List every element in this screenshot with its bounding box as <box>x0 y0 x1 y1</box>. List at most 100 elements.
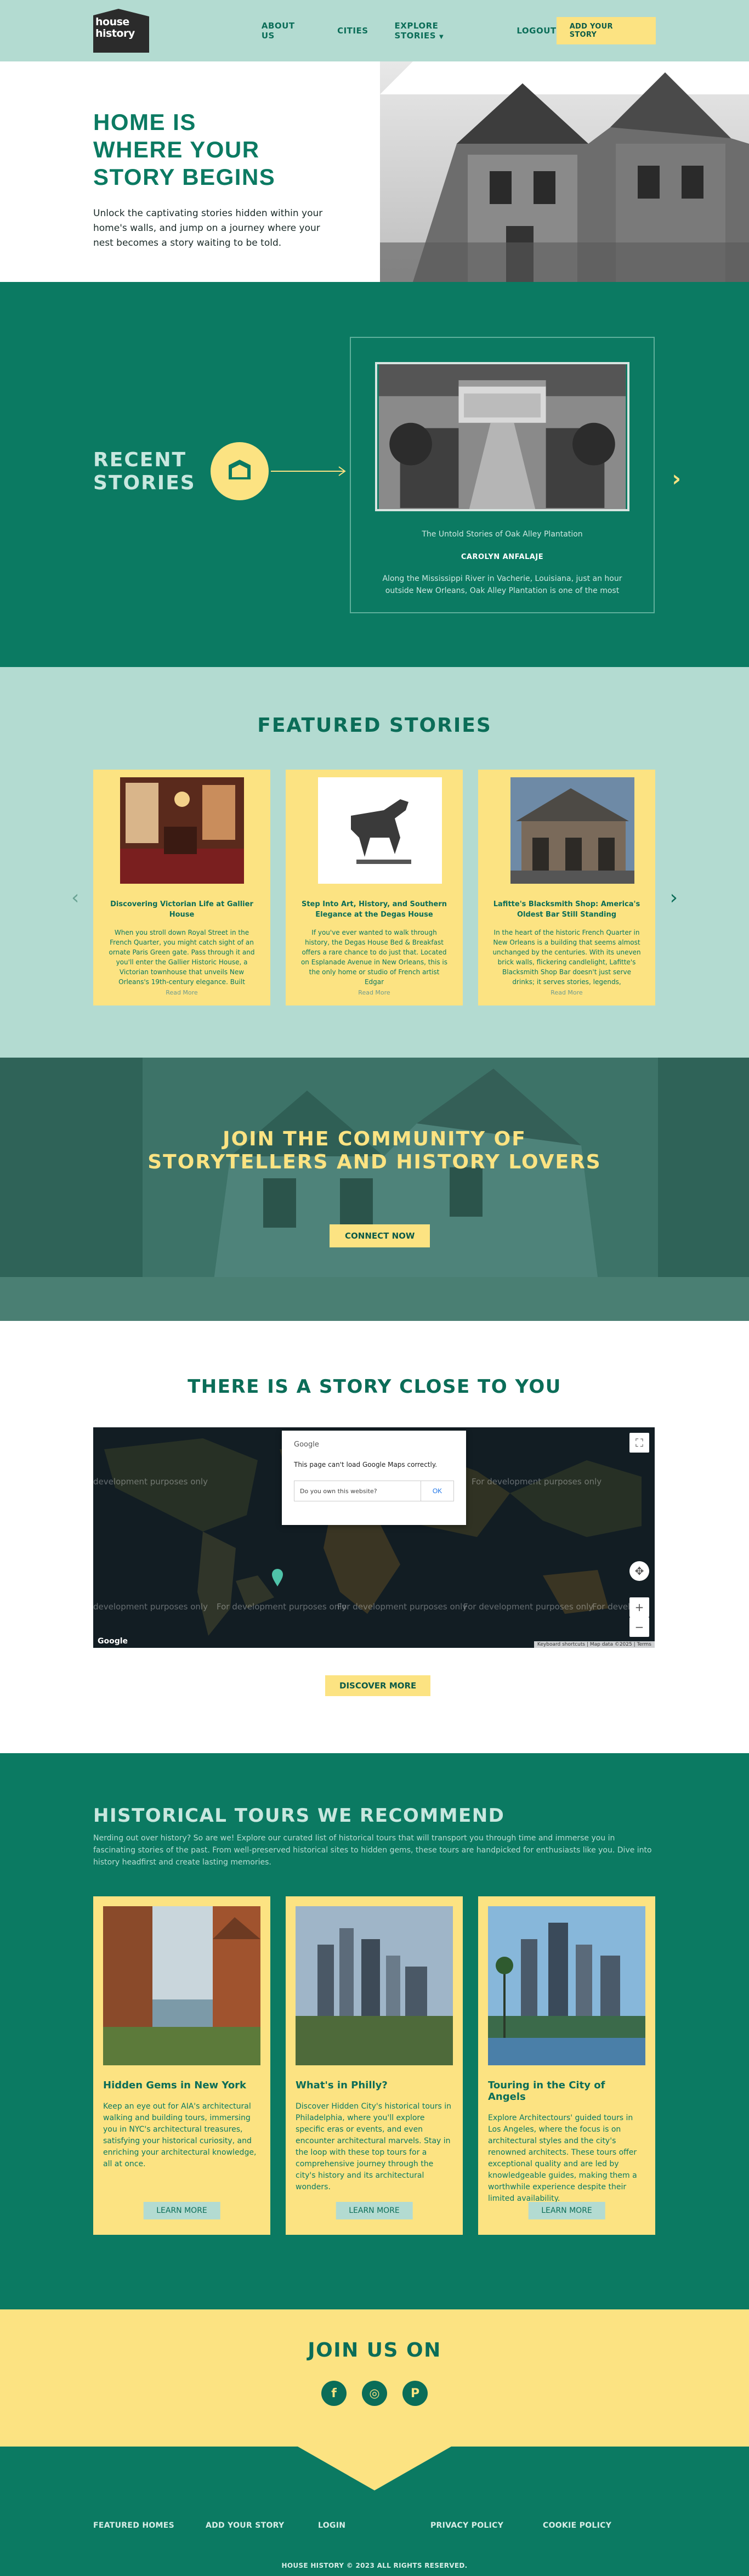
nav-about-us[interactable]: ABOUT US <box>262 21 311 41</box>
los-angeles-image <box>488 1906 645 2065</box>
tour-cards: Hidden Gems in New York Keep an eye out … <box>93 1896 655 2235</box>
hero-text: HOME IS WHERE YOUR STORY BEGINS Unlock t… <box>93 109 334 251</box>
tours-title: HISTORICAL TOURS WE RECOMMEND <box>93 1805 505 1827</box>
chevron-down-icon: ▼ <box>439 34 444 40</box>
house-history-logo[interactable]: house history <box>93 9 149 53</box>
read-more-link[interactable]: Read More <box>491 989 642 996</box>
pinterest-icon[interactable]: P <box>402 2381 428 2406</box>
footer-link-add-your-story[interactable]: ADD YOUR STORY <box>206 2521 318 2530</box>
carousel-next-icon[interactable]: › <box>670 886 678 909</box>
community-section: JOIN THE COMMUNITY OF STORYTELLERS AND H… <box>0 1058 749 1321</box>
dialog-question-row: Do you own this website? OK <box>294 1481 454 1501</box>
read-more-link[interactable]: Read More <box>106 989 257 996</box>
hero-subtitle: Unlock the captivating stories hidden wi… <box>93 208 323 248</box>
next-arrow-icon[interactable]: › <box>672 466 681 492</box>
recent-story-excerpt: Along the Mississippi River in Vacherie,… <box>382 574 622 595</box>
nav-logout[interactable]: LOGOUT <box>517 26 556 36</box>
read-more-link[interactable]: Read More <box>299 989 450 996</box>
footer: FEATURED HOMES ADD YOUR STORY LOGIN PRIV… <box>0 2447 749 2576</box>
lafitte-blacksmith-image <box>510 777 634 884</box>
tours-subtitle: Nerding out over history? So are we! Exp… <box>93 1834 652 1867</box>
discover-more-button[interactable]: DISCOVER MORE <box>325 1675 431 1696</box>
nav-explore-stories[interactable]: EXPLORE STORIES ▼ <box>395 21 491 41</box>
story-close-section: THERE IS A STORY CLOSE TO YOU developmen… <box>0 1321 749 1753</box>
social-links: f ◎ P <box>0 2381 749 2406</box>
map-watermark: development purposes only <box>93 1602 208 1612</box>
recent-story-author: CAROLYN ANFALAJE <box>461 553 544 561</box>
featured-card[interactable]: Discovering Victorian Life at Gallier Ho… <box>93 770 270 1005</box>
main-menu: ABOUT US CITIES EXPLORE STORIES ▼ LOGOUT <box>262 21 557 41</box>
facebook-icon[interactable]: f <box>321 2381 347 2406</box>
tour-title: What's in Philly? <box>296 2080 388 2091</box>
featured-card-text: In the heart of the historic French Quar… <box>492 929 641 986</box>
footer-notch <box>298 2447 451 2490</box>
hero-title: HOME IS WHERE YOUR STORY BEGINS <box>93 109 276 190</box>
footer-link-featured-homes[interactable]: FEATURED HOMES <box>93 2521 206 2530</box>
featured-stories-title: FEATURED STORIES <box>257 714 492 737</box>
zoom-out-icon[interactable]: − <box>629 1617 649 1637</box>
logo-text: house history <box>95 16 135 39</box>
footer-link-privacy-policy[interactable]: PRIVACY POLICY <box>430 2521 543 2530</box>
featured-card-title: Discovering Victorian Life at Gallier Ho… <box>110 900 253 919</box>
recent-story-title: The Untold Stories of Oak Alley Plantati… <box>422 530 583 539</box>
featured-card-title: Step Into Art, History, and Southern Ele… <box>301 900 447 919</box>
map-watermark: For develo <box>592 1602 635 1612</box>
dialog-message: This page can't load Google Maps correct… <box>294 1461 438 1468</box>
google-map[interactable]: development purposes only For developmen… <box>93 1427 655 1648</box>
join-us-section: JOIN US ON f ◎ P <box>0 2309 749 2447</box>
dialog-brand: Google <box>294 1440 319 1449</box>
learn-more-button[interactable]: LEARN MORE <box>528 2202 605 2219</box>
connect-now-button[interactable]: CONNECT NOW <box>330 1224 430 1247</box>
add-your-story-button[interactable]: ADD YOUR STORY <box>556 17 656 44</box>
footer-links: FEATURED HOMES ADD YOUR STORY LOGIN PRIV… <box>93 2521 655 2530</box>
story-close-title: THERE IS A STORY CLOSE TO YOU <box>188 1376 561 1398</box>
map-watermark: For development purposes only <box>472 1477 602 1487</box>
oak-alley-plantation-image <box>375 362 629 511</box>
featured-card-text: When you stroll down Royal Street in the… <box>109 929 255 986</box>
learn-more-button[interactable]: LEARN MORE <box>336 2202 413 2219</box>
instagram-icon[interactable]: ◎ <box>362 2381 387 2406</box>
map-watermark: For development purposes only <box>463 1602 594 1612</box>
tour-text: Explore Architectours' guided tours in L… <box>488 2114 637 2203</box>
featured-card-title: Lafitte's Blacksmith Shop: America's Old… <box>493 900 640 919</box>
learn-more-button[interactable]: LEARN MORE <box>143 2202 220 2219</box>
street-view-icon[interactable]: ✥ <box>629 1561 649 1581</box>
map-watermark: development purposes only <box>93 1477 208 1487</box>
tour-text: Discover Hidden City's historical tours … <box>296 2102 452 2191</box>
join-us-title: JOIN US ON <box>308 2339 441 2362</box>
map-watermark: For development purposes only <box>337 1602 468 1612</box>
philadelphia-image <box>296 1906 453 2065</box>
degas-horse-image <box>318 777 442 884</box>
map-attribution[interactable]: Keyboard shortcuts | Map data ©2025 | Te… <box>534 1641 655 1648</box>
community-title: JOIN THE COMMUNITY OF STORYTELLERS AND H… <box>147 1128 602 1173</box>
tour-title: Touring in the City of Angels <box>488 2080 605 2103</box>
carousel-prev-icon[interactable]: ‹ <box>71 886 79 909</box>
recent-story-card[interactable]: The Untold Stories of Oak Alley Plantati… <box>350 337 655 613</box>
nav-cities[interactable]: CITIES <box>337 26 368 36</box>
footer-link-login[interactable]: LOGIN <box>318 2521 430 2530</box>
gallier-house-image <box>120 777 244 884</box>
fullscreen-icon[interactable]: ⛶ <box>629 1433 649 1453</box>
featured-card-text: If you've ever wanted to walk through hi… <box>300 929 448 986</box>
featured-cards: Discovering Victorian Life at Gallier Ho… <box>93 770 655 1005</box>
abandoned-house-background <box>0 1058 749 1321</box>
recent-house-icon <box>211 442 346 500</box>
featured-card[interactable]: Lafitte's Blacksmith Shop: America's Old… <box>478 770 655 1005</box>
copyright: HOUSE HISTORY © 2023 ALL RIGHTS RESERVED… <box>281 2562 468 2569</box>
featured-stories-section: FEATURED STORIES ‹ Discovering Victorian… <box>0 667 749 1058</box>
zoom-in-icon[interactable]: + <box>629 1597 649 1617</box>
dialog-ok-button[interactable]: OK <box>421 1481 453 1501</box>
maps-error-dialog: Google This page can't load Google Maps … <box>282 1431 466 1525</box>
dialog-question: Do you own this website? <box>300 1487 377 1495</box>
featured-card[interactable]: Step Into Art, History, and Southern Ele… <box>286 770 463 1005</box>
google-logo: Google <box>98 1637 128 1646</box>
new-york-image <box>103 1906 260 2065</box>
tour-title: Hidden Gems in New York <box>103 2080 247 2091</box>
tour-card[interactable]: Touring in the City of Angels Explore Ar… <box>478 1896 655 2235</box>
footer-link-cookie-policy[interactable]: COOKIE POLICY <box>543 2521 655 2530</box>
tour-card[interactable]: What's in Philly? Discover Hidden City's… <box>286 1896 463 2235</box>
map-watermark: For development purposes only <box>217 1602 347 1612</box>
hero-section: HOME IS WHERE YOUR STORY BEGINS Unlock t… <box>0 61 749 282</box>
top-nav: house history ABOUT US CITIES EXPLORE ST… <box>0 0 749 61</box>
tour-card[interactable]: Hidden Gems in New York Keep an eye out … <box>93 1896 270 2235</box>
